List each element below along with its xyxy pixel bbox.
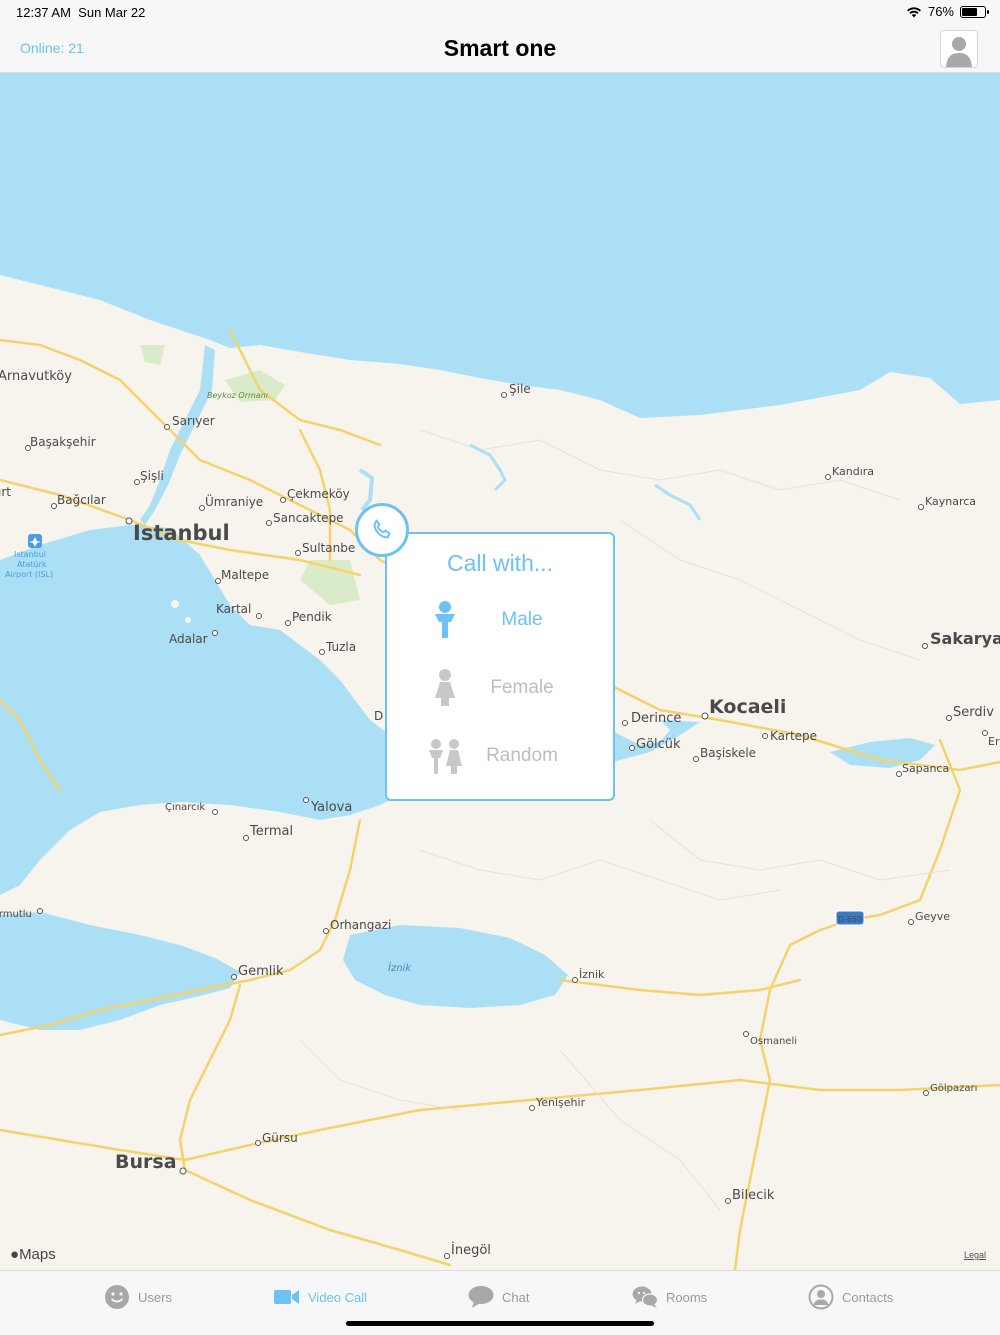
map-label: D (374, 709, 383, 723)
map-label: Sancaktepe (273, 511, 344, 525)
couple-icon (429, 739, 462, 774)
option-male-label: Male (501, 609, 543, 630)
navigation-bar: Online: 21 Smart one (0, 24, 1000, 73)
group-chat-icon (632, 1286, 658, 1308)
map-label: Serdiv (953, 705, 994, 720)
tab-video-call[interactable]: Video Call (274, 1283, 367, 1311)
dialog-title: Call with... (446, 550, 554, 576)
map-label: Sakarya (930, 629, 1000, 648)
map-label: Pendik (292, 610, 332, 624)
map-label: Gemlik (238, 964, 284, 979)
battery-icon (960, 5, 989, 18)
person-silhouette-icon (946, 37, 972, 67)
map-label: Gürsu (262, 1131, 298, 1145)
wifi-icon (906, 6, 921, 17)
maps-attribution: ●Maps (10, 1246, 56, 1263)
map-label: Airport (ISL) (5, 570, 53, 579)
map-label: Istanbul (14, 550, 46, 559)
map-label: İznik (579, 968, 605, 981)
profile-avatar-button[interactable] (940, 30, 978, 68)
legal-link[interactable]: Legal (964, 1250, 986, 1260)
option-female[interactable]: Female (387, 660, 613, 716)
status-right: 76% (906, 4, 989, 19)
option-random-label: Random (486, 745, 558, 766)
map-label: ırt (0, 485, 11, 499)
highway-shield-label: D-650 (838, 915, 862, 924)
airport-icon (28, 534, 42, 548)
map-label: Başiskele (700, 746, 756, 760)
tab-video-call-label: Video Call (308, 1289, 368, 1305)
map-label: Yenişehir (535, 1096, 586, 1109)
phone-icon (373, 519, 391, 539)
tab-users-label: Users (138, 1289, 172, 1305)
map-label: Sapanca (902, 762, 949, 775)
map-label: Şişli (140, 469, 164, 483)
map-label: Gölcük (636, 737, 681, 752)
map-label: Orhangazi (330, 918, 391, 932)
map-label: İnegöl (451, 1242, 491, 1258)
map-label: Maltepe (221, 568, 269, 582)
map-label: Sultanbe (302, 541, 355, 555)
male-icon (435, 601, 455, 638)
map-label: Kartepe (770, 729, 817, 743)
map-label: Yalova (310, 800, 352, 815)
map-label: Arnavutköy (0, 369, 72, 384)
phone-badge (355, 503, 409, 557)
map-label: Beykoz Ormanı (207, 391, 268, 400)
map-label: Armutlu (0, 909, 32, 920)
battery-percent: 76% (927, 4, 954, 19)
apple-logo-icon: ● (10, 1246, 20, 1263)
video-camera-icon (274, 1290, 299, 1304)
option-female-label: Female (490, 677, 554, 698)
chat-bubble-icon (468, 1286, 494, 1308)
tab-chat[interactable]: Chat (468, 1283, 529, 1311)
option-male[interactable]: Male (387, 592, 613, 648)
map-label: Bağcılar (57, 493, 106, 507)
female-icon (435, 669, 455, 706)
battery-fill (962, 7, 977, 16)
tab-users[interactable]: Users (104, 1283, 172, 1311)
map-label: Şile (509, 382, 531, 396)
map-label: Derince (631, 711, 681, 726)
page-title: Smart one (443, 35, 557, 61)
contact-person-icon (808, 1284, 834, 1310)
map-label: Bilecik (732, 1188, 775, 1203)
tab-rooms[interactable]: Rooms (632, 1283, 707, 1311)
status-time: 12:37 AM Sun Mar 22 (16, 5, 146, 20)
tab-contacts[interactable]: Contacts (808, 1283, 893, 1311)
map-label: Kandıra (832, 465, 874, 478)
map-label: Sarıyer (172, 414, 215, 428)
map-label: Çekmeköy (287, 487, 350, 501)
tab-chat-label: Chat (502, 1289, 530, 1305)
map-label: Termal (249, 824, 293, 839)
map-label: Tuzla (325, 640, 356, 654)
map-label: Istanbul (133, 521, 230, 545)
map-label: Bursa (115, 1151, 177, 1173)
map-label: Başakşehir (30, 435, 96, 449)
call-with-dialog: Call with... Male Female Random (385, 532, 615, 801)
map-label: Geyve (915, 910, 950, 923)
map-label: Kaynarca (925, 495, 976, 508)
map-label: Adalar (169, 632, 208, 646)
tab-contacts-label: Contacts (842, 1289, 894, 1305)
map-label: Atatürk (17, 560, 47, 569)
map-label: Osmaneli (750, 1036, 797, 1047)
map-label: Kocaeli (709, 696, 786, 718)
status-bar: 12:37 AM Sun Mar 22 76% (0, 0, 1000, 24)
smiley-icon (105, 1285, 129, 1309)
tab-rooms-label: Rooms (666, 1289, 708, 1305)
map-label: Ümraniye (205, 493, 263, 509)
map-label: İznik (388, 961, 412, 974)
option-random[interactable]: Random (387, 728, 613, 784)
map-label: Er (988, 735, 1000, 748)
map-label: Kartal (216, 602, 251, 616)
map-label: Çınarcık (165, 802, 205, 813)
home-indicator[interactable] (346, 1321, 654, 1326)
map-label: Gölpazarı (930, 1083, 977, 1094)
